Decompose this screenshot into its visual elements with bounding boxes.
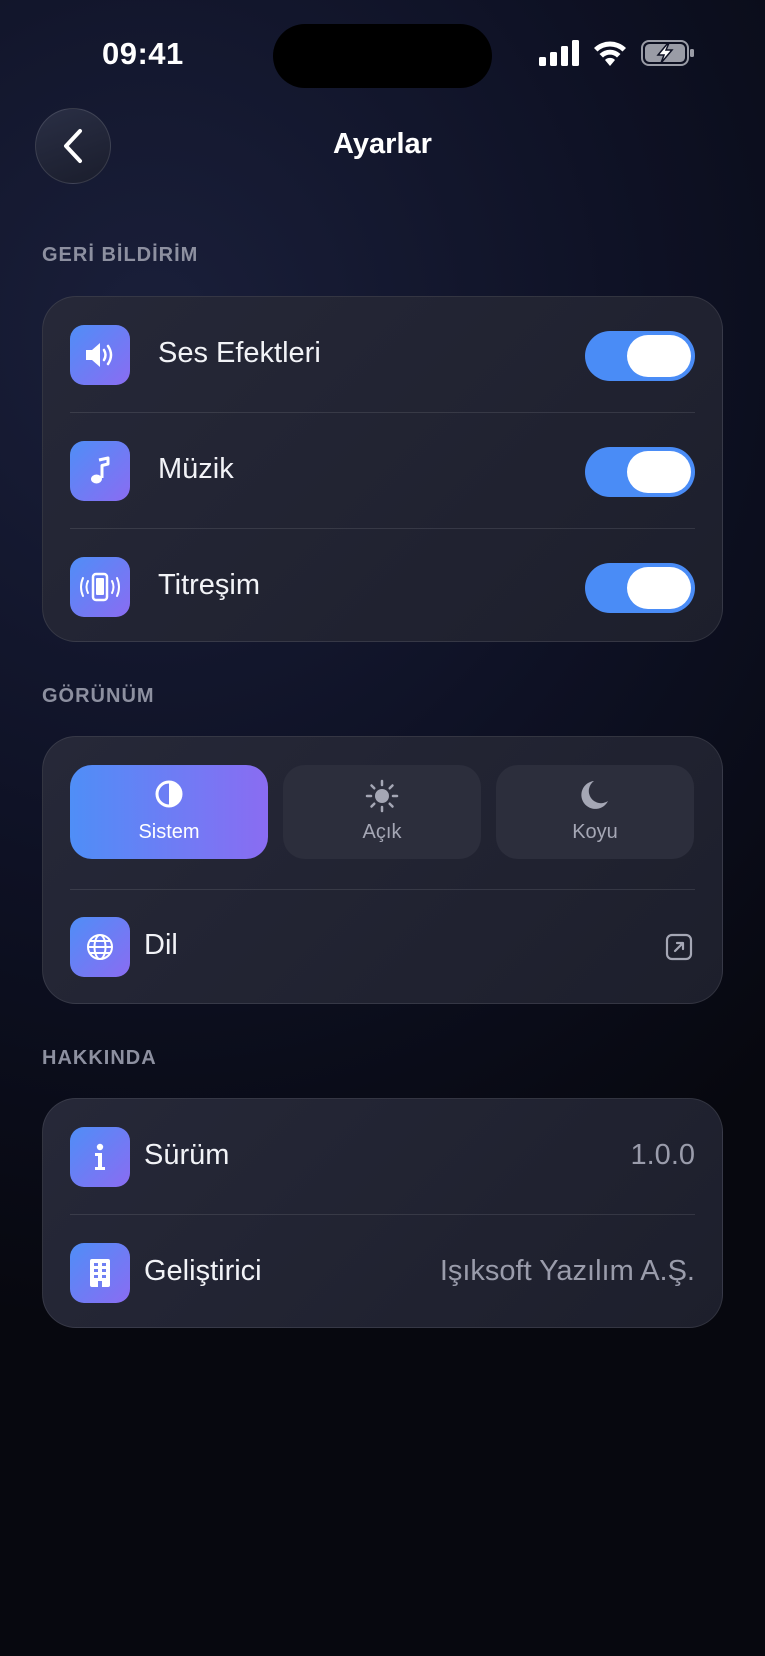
theme-dark-button[interactable]: Koyu: [496, 765, 694, 859]
toggle-knob: [627, 451, 691, 493]
about-card: Sürüm 1.0.0 Geliştirici Işıksoft Yazılım…: [42, 1098, 723, 1328]
sound-effects-label: Ses Efektleri: [158, 337, 321, 369]
moon-icon: [581, 781, 608, 809]
theme-dark-label: Koyu: [572, 821, 618, 843]
half-circle-icon: [155, 780, 183, 808]
music-note-icon: [70, 441, 130, 501]
external-link-icon: [665, 933, 693, 966]
nav-header: Ayarlar: [0, 108, 765, 186]
theme-light-button[interactable]: Açık: [283, 765, 481, 859]
speaker-icon: [70, 325, 130, 385]
version-label: Sürüm: [144, 1139, 230, 1171]
language-row[interactable]: Dil: [70, 889, 695, 1005]
globe-icon: [70, 917, 130, 977]
developer-value: Işıksoft Yazılım A.Ş.: [439, 1255, 695, 1287]
music-label: Müzik: [158, 453, 234, 485]
section-label-about: HAKKINDA: [42, 1047, 157, 1069]
section-label-appearance: GÖRÜNÜM: [42, 685, 155, 707]
vibration-row: Titreşim: [70, 529, 695, 645]
page-title: Ayarlar: [333, 128, 432, 160]
info-icon: [70, 1127, 130, 1187]
wifi-icon: [594, 41, 626, 66]
toggle-knob: [627, 335, 691, 377]
music-toggle[interactable]: [585, 447, 695, 497]
status-bar: 09:41: [0, 0, 765, 110]
vibration-icon: [70, 557, 130, 617]
vibration-toggle[interactable]: [585, 563, 695, 613]
status-time: 09:41: [102, 36, 184, 71]
version-row: Sürüm 1.0.0: [70, 1099, 695, 1215]
building-icon: [70, 1243, 130, 1303]
theme-system-button[interactable]: Sistem: [70, 765, 268, 859]
theme-light-label: Açık: [362, 821, 402, 843]
developer-label: Geliştirici: [144, 1255, 262, 1287]
sun-icon: [365, 779, 399, 813]
battery-charging-icon: [641, 40, 694, 66]
theme-system-label: Sistem: [138, 821, 200, 843]
version-value: 1.0.0: [630, 1139, 696, 1171]
sound-effects-toggle[interactable]: [585, 331, 695, 381]
music-row: Müzik: [70, 413, 695, 529]
dynamic-island: [273, 24, 492, 88]
appearance-card: Sistem Açık Koyu Dil: [42, 736, 723, 1004]
cellular-signal-icon: [539, 40, 579, 66]
developer-row: Geliştirici Işıksoft Yazılım A.Ş.: [70, 1215, 695, 1331]
language-label: Dil: [144, 929, 178, 961]
section-label-feedback: GERİ BİLDİRİM: [42, 244, 199, 266]
feedback-card: Ses Efektleri Müzik Titreşim: [42, 296, 723, 642]
sound-effects-row: Ses Efektleri: [70, 297, 695, 413]
toggle-knob: [627, 567, 691, 609]
vibration-label: Titreşim: [158, 569, 261, 601]
status-icons: [539, 40, 695, 66]
